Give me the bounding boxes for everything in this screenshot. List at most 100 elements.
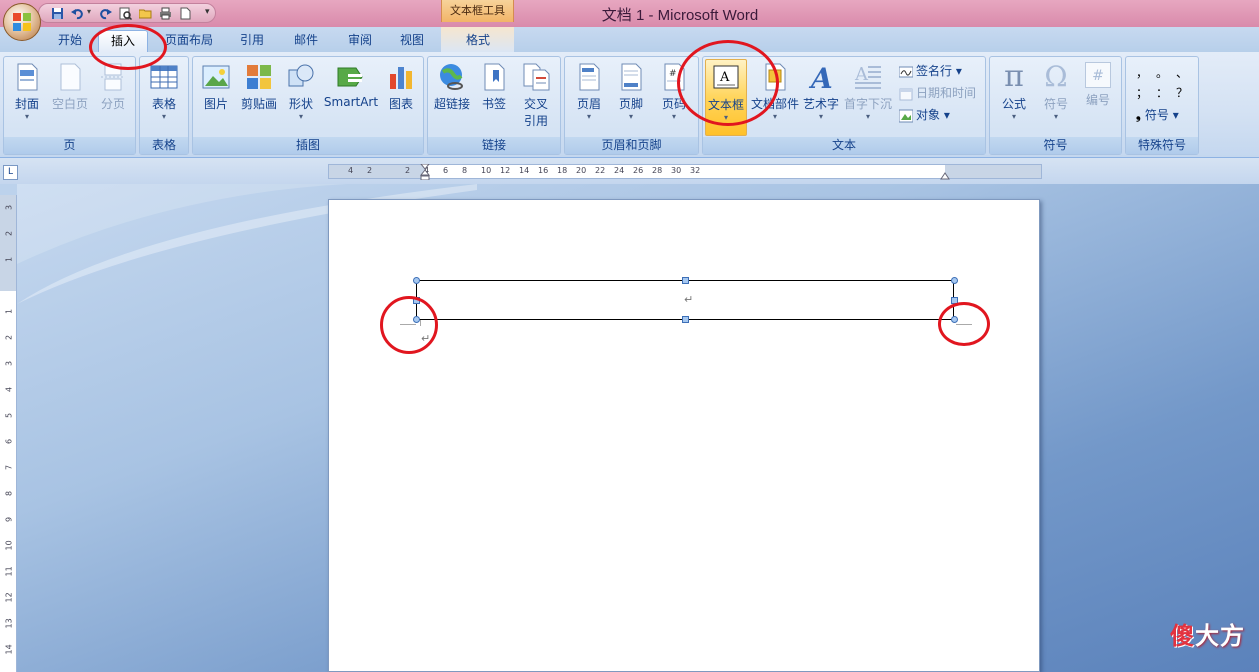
special-symbol-period[interactable]: 。 bbox=[1156, 63, 1168, 83]
ruler-tick-label: 20 bbox=[576, 166, 587, 175]
table-button[interactable]: 表格 ▾ bbox=[142, 59, 186, 134]
smartart-icon bbox=[337, 67, 363, 87]
clip-art-icon bbox=[247, 65, 271, 89]
header-button[interactable]: 页眉 ▾ bbox=[569, 59, 609, 134]
indent-marker-icon[interactable] bbox=[420, 164, 430, 180]
cover-page-icon bbox=[17, 63, 38, 91]
group-label-symbols: 符号 bbox=[990, 137, 1121, 154]
vertical-ruler-tick-label: 7 bbox=[4, 464, 14, 471]
group-label-header-footer: 页眉和页脚 bbox=[565, 137, 698, 154]
tab-format[interactable]: 格式 bbox=[452, 30, 504, 52]
resize-handle-top-left[interactable] bbox=[413, 277, 420, 284]
cross-reference-label: 交叉 bbox=[523, 97, 548, 111]
office-logo-icon bbox=[13, 13, 31, 31]
resize-handle-top-right[interactable] bbox=[951, 277, 958, 284]
tab-mailings[interactable]: 邮件 bbox=[282, 30, 330, 52]
equation-button[interactable]: π 公式 ▾ bbox=[994, 59, 1034, 134]
tab-references[interactable]: 引用 bbox=[228, 30, 276, 52]
horizontal-ruler[interactable]: 4 2 2 4 6 8 10 12 14 16 18 20 22 24 26 28 30 32 bbox=[328, 164, 1042, 180]
tab-home[interactable]: 开始 bbox=[46, 30, 94, 52]
svg-text:A: A bbox=[808, 62, 833, 92]
resize-handle-bottom[interactable] bbox=[682, 316, 689, 323]
object-label: 对象 ▾ bbox=[916, 108, 950, 122]
smartart-button[interactable]: SmartArt bbox=[321, 59, 381, 134]
symbol-button[interactable]: Ω 符号 ▾ bbox=[1036, 59, 1076, 134]
drop-cap-button[interactable]: A 首字下沉 ▾ bbox=[843, 59, 893, 134]
quick-access-toolbar: ▾ ▾ bbox=[38, 3, 216, 23]
ruler-left-margin bbox=[329, 165, 425, 178]
vertical-ruler[interactable]: 3 2 1 1 2 3 4 5 6 7 8 9 10 11 12 13 14 bbox=[0, 195, 17, 672]
smartart-label: SmartArt bbox=[323, 95, 379, 109]
ruler-tick-label: 28 bbox=[652, 166, 663, 175]
customize-toolbar-icon[interactable]: ▾ bbox=[205, 7, 218, 20]
footer-button[interactable]: 页脚 ▾ bbox=[611, 59, 651, 134]
blank-page-button[interactable]: 空白页 bbox=[49, 59, 91, 134]
signature-line-button[interactable]: 签名行 ▾ bbox=[899, 61, 962, 81]
watermark-logo: 傻大方 bbox=[1170, 616, 1245, 651]
annotation-circle-right-handle bbox=[938, 302, 990, 346]
hyperlink-button[interactable]: 超链接 bbox=[430, 59, 474, 134]
special-symbol-colon[interactable]: ： bbox=[1156, 83, 1168, 103]
cross-reference-icon bbox=[523, 63, 550, 91]
chart-label: 图表 bbox=[388, 97, 413, 111]
ruler-right-margin bbox=[945, 165, 1041, 178]
chart-button[interactable]: 图表 bbox=[383, 59, 419, 134]
ruler-tick-label: 10 bbox=[481, 166, 492, 175]
special-symbol-question[interactable]: ？ bbox=[1176, 83, 1188, 103]
special-symbol-semicolon[interactable]: ； bbox=[1136, 83, 1148, 103]
vertical-ruler-tick-label: 2 bbox=[4, 334, 14, 341]
clip-art-button[interactable]: 剪贴画 bbox=[237, 59, 281, 134]
special-symbol-comma[interactable]: ， bbox=[1136, 63, 1148, 83]
new-document-icon[interactable] bbox=[179, 7, 192, 20]
dropdown-arrow-icon: ▾ bbox=[161, 112, 166, 121]
picture-button[interactable]: 图片 bbox=[197, 59, 235, 134]
annotation-circle-left-handle bbox=[380, 296, 438, 354]
print-preview-icon[interactable] bbox=[119, 7, 132, 20]
office-button[interactable] bbox=[3, 3, 41, 41]
object-button[interactable]: 对象 ▾ bbox=[899, 105, 950, 125]
cover-page-button[interactable]: 封面 ▾ bbox=[7, 59, 47, 134]
tab-view[interactable]: 视图 bbox=[388, 30, 436, 52]
table-icon bbox=[150, 65, 178, 89]
bookmark-button[interactable]: 书签 bbox=[476, 59, 512, 134]
group-symbols: π 公式 ▾ Ω 符号 ▾ # 编号 符号 bbox=[989, 56, 1122, 155]
drop-cap-icon: A bbox=[854, 64, 881, 89]
date-time-button[interactable]: 日期和时间 bbox=[899, 83, 976, 103]
ribbon: 封面 ▾ 空白页 分页 页 表格 ▾ 表格 图片 剪贴画 形状 ▾ SmartA… bbox=[0, 52, 1259, 158]
ruler-tick-label: 8 bbox=[462, 166, 468, 175]
ruler-tick-label: 24 bbox=[614, 166, 625, 175]
blank-page-label: 空白页 bbox=[51, 97, 88, 111]
redo-icon[interactable] bbox=[99, 7, 112, 20]
shapes-button[interactable]: 形状 ▾ bbox=[283, 59, 319, 134]
number-button[interactable]: # 编号 bbox=[1078, 59, 1118, 134]
ruler-tick-label: 32 bbox=[690, 166, 701, 175]
picture-icon bbox=[202, 65, 230, 89]
right-indent-marker-icon[interactable] bbox=[940, 171, 950, 180]
tab-review[interactable]: 审阅 bbox=[336, 30, 384, 52]
open-folder-icon[interactable] bbox=[139, 7, 152, 20]
tab-stop-selector[interactable]: L bbox=[3, 165, 18, 180]
dropdown-arrow-icon: ▾ bbox=[586, 112, 591, 121]
hyperlink-icon bbox=[440, 64, 463, 90]
undo-icon[interactable] bbox=[71, 7, 84, 20]
special-symbol-dropdown[interactable]: ❟ 符号 ▾ bbox=[1136, 105, 1179, 125]
vertical-ruler-tick-label: 6 bbox=[4, 438, 14, 445]
dropdown-arrow-icon: ▾ bbox=[628, 112, 633, 121]
print-icon[interactable] bbox=[159, 7, 172, 20]
symbol-label: 符号 bbox=[1043, 97, 1068, 111]
equation-label: 公式 bbox=[1001, 97, 1026, 111]
document-page[interactable] bbox=[328, 199, 1040, 672]
page-break-button[interactable]: 分页 bbox=[93, 59, 133, 134]
save-icon[interactable] bbox=[51, 7, 64, 20]
tab-page-layout[interactable]: 页面布局 bbox=[158, 30, 220, 52]
vertical-ruler-tick-label: 5 bbox=[4, 412, 14, 419]
table-label: 表格 bbox=[151, 97, 176, 111]
watermark-first-char: 傻 bbox=[1170, 622, 1195, 650]
group-illustrations: 图片 剪贴画 形状 ▾ SmartArt 图表 插图 bbox=[192, 56, 424, 155]
cross-reference-button[interactable]: 交叉 引用 bbox=[516, 59, 556, 134]
wordart-button[interactable]: A 艺术字 ▾ bbox=[801, 59, 841, 134]
vertical-ruler-tick-label: 12 bbox=[4, 592, 14, 603]
special-symbol-enumeration-comma[interactable]: 、 bbox=[1176, 63, 1188, 83]
resize-handle-top[interactable] bbox=[682, 277, 689, 284]
ruler-tick-label: 16 bbox=[538, 166, 549, 175]
